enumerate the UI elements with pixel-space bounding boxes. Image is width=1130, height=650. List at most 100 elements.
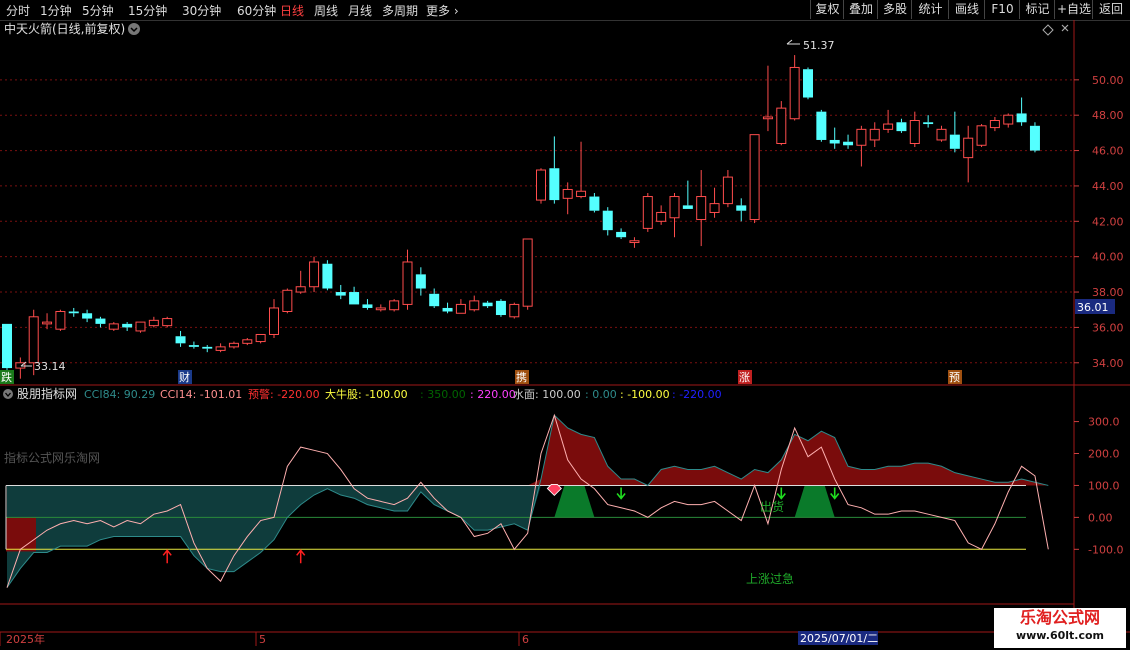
candle[interactable] bbox=[856, 125, 867, 167]
candle[interactable] bbox=[736, 198, 747, 222]
candle[interactable] bbox=[883, 109, 894, 133]
candle[interactable] bbox=[402, 249, 413, 310]
candle[interactable] bbox=[616, 228, 627, 239]
candle[interactable] bbox=[696, 170, 707, 247]
candle[interactable] bbox=[963, 125, 974, 183]
indicator-tick-label: 0.00 bbox=[1088, 511, 1113, 524]
candle[interactable] bbox=[629, 237, 640, 248]
candle[interactable] bbox=[869, 122, 880, 148]
candle[interactable] bbox=[108, 322, 119, 331]
candle[interactable] bbox=[335, 284, 346, 300]
title-dropdown-icon[interactable] bbox=[128, 23, 140, 35]
candle[interactable] bbox=[656, 205, 667, 225]
candle[interactable] bbox=[669, 193, 680, 238]
candle[interactable] bbox=[816, 109, 827, 142]
indicator-tick-label: 300.0 bbox=[1088, 416, 1120, 429]
candle[interactable] bbox=[709, 187, 720, 218]
event-marker[interactable]: 财 bbox=[178, 370, 192, 384]
candle[interactable] bbox=[349, 286, 360, 305]
candle[interactable] bbox=[375, 304, 386, 312]
high-price-label: 51.37 bbox=[786, 39, 835, 52]
candle[interactable] bbox=[295, 270, 306, 294]
indicator-menu-icon[interactable] bbox=[3, 389, 13, 399]
candle[interactable] bbox=[215, 343, 226, 353]
candle[interactable] bbox=[429, 288, 440, 308]
candle[interactable] bbox=[536, 168, 546, 204]
candle[interactable] bbox=[148, 316, 159, 328]
candle[interactable] bbox=[509, 302, 520, 319]
candle[interactable] bbox=[55, 309, 66, 331]
candle[interactable] bbox=[522, 238, 533, 310]
candle[interactable] bbox=[923, 115, 934, 128]
candle[interactable] bbox=[455, 299, 466, 314]
event-marker[interactable]: 携 bbox=[515, 370, 529, 384]
candle[interactable] bbox=[162, 316, 173, 328]
candle[interactable] bbox=[843, 134, 854, 149]
indicator-value: : -100.00 bbox=[620, 388, 670, 401]
candlesticks[interactable] bbox=[2, 55, 1040, 379]
candle[interactable] bbox=[642, 193, 653, 232]
candle[interactable] bbox=[309, 256, 320, 293]
candle[interactable] bbox=[42, 313, 53, 330]
candle[interactable] bbox=[749, 134, 760, 224]
candle[interactable] bbox=[469, 295, 480, 312]
candle[interactable] bbox=[135, 321, 146, 333]
indicator-tick-label: 100.0 bbox=[1088, 479, 1120, 492]
candle[interactable] bbox=[242, 338, 253, 346]
candle[interactable] bbox=[1003, 113, 1014, 128]
event-marker[interactable]: 跌 bbox=[0, 370, 14, 384]
candle[interactable] bbox=[95, 316, 106, 328]
event-markers[interactable]: 跌财携涨预 bbox=[0, 370, 962, 384]
candle[interactable] bbox=[803, 67, 813, 100]
candle[interactable] bbox=[255, 333, 266, 344]
event-marker[interactable]: 预 bbox=[948, 370, 962, 384]
candle[interactable] bbox=[989, 116, 1000, 132]
candle[interactable] bbox=[362, 299, 373, 310]
candle[interactable] bbox=[495, 299, 506, 317]
candle[interactable] bbox=[2, 323, 12, 370]
candle[interactable] bbox=[175, 330, 186, 347]
diamond-icon[interactable] bbox=[1042, 24, 1054, 36]
event-marker[interactable]: 涨 bbox=[738, 370, 752, 384]
candle[interactable] bbox=[576, 141, 587, 199]
candle[interactable] bbox=[762, 65, 773, 132]
candle[interactable] bbox=[722, 170, 733, 208]
candle[interactable] bbox=[82, 309, 93, 323]
candle[interactable] bbox=[829, 127, 840, 149]
candle[interactable] bbox=[602, 207, 613, 236]
candle[interactable] bbox=[188, 341, 199, 349]
candle[interactable] bbox=[949, 111, 960, 153]
candle[interactable] bbox=[976, 124, 987, 148]
svg-text:涨: 涨 bbox=[739, 371, 750, 384]
candle[interactable] bbox=[202, 345, 213, 353]
candle[interactable] bbox=[15, 357, 26, 379]
candle[interactable] bbox=[68, 307, 79, 317]
candle[interactable] bbox=[482, 300, 493, 308]
candle[interactable] bbox=[896, 118, 907, 133]
candle[interactable] bbox=[122, 322, 133, 331]
candle[interactable] bbox=[562, 182, 573, 215]
candle[interactable] bbox=[549, 136, 560, 204]
candle[interactable] bbox=[909, 111, 920, 148]
candle[interactable] bbox=[282, 288, 293, 314]
candle[interactable] bbox=[776, 101, 787, 146]
candle[interactable] bbox=[269, 299, 279, 339]
svg-text:6: 6 bbox=[522, 633, 529, 646]
candle[interactable] bbox=[589, 193, 600, 213]
candle[interactable] bbox=[1016, 97, 1027, 126]
svg-text:51.37: 51.37 bbox=[803, 39, 835, 52]
svg-text:2025年: 2025年 bbox=[6, 632, 45, 646]
candle[interactable] bbox=[789, 55, 800, 121]
candle[interactable] bbox=[936, 125, 947, 142]
candle[interactable] bbox=[415, 267, 426, 296]
candle[interactable] bbox=[322, 260, 333, 291]
candle[interactable] bbox=[682, 180, 693, 209]
candle[interactable] bbox=[1029, 122, 1040, 153]
price-axis: 50.00 48.00 46.00 44.00 42.00 40.00 38.00 36.00… bbox=[1074, 74, 1124, 370]
indicator-tick-label: -100.0 bbox=[1088, 543, 1123, 556]
candle[interactable] bbox=[389, 299, 400, 312]
candle[interactable] bbox=[442, 302, 453, 314]
candle[interactable] bbox=[228, 341, 239, 349]
price-tick-label: 36.00 bbox=[1092, 321, 1124, 334]
close-icon[interactable] bbox=[1061, 24, 1069, 32]
